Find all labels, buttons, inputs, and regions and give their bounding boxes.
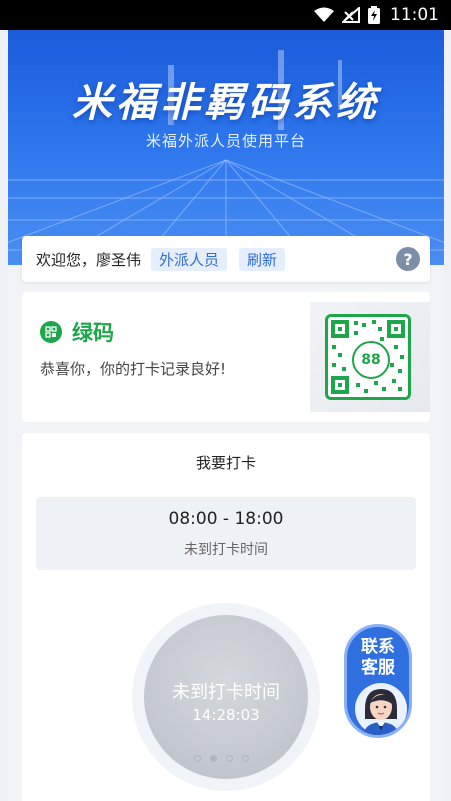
battery-icon: [368, 6, 380, 24]
contact-support-label: 联系 客服: [347, 637, 409, 679]
app-subtitle: 米福外派人员使用平台: [145, 132, 306, 150]
contact-label-line1: 联系: [361, 637, 395, 657]
punch-card: 我要打卡 08:00 - 18:00 未到打卡时间 未到打卡时间 14:28:0…: [22, 433, 430, 801]
page-dot-active[interactable]: [210, 755, 217, 762]
app-title: 米福非羁码系统: [72, 80, 380, 126]
punch-time-range: 08:00 - 18:00: [168, 509, 284, 529]
punch-button-ring: 未到打卡时间 14:28:03: [132, 603, 320, 791]
punch-time-box: 08:00 - 18:00 未到打卡时间: [36, 497, 416, 570]
no-signal-icon: [342, 7, 360, 23]
support-agent-avatar: [355, 683, 407, 735]
page-dot[interactable]: [194, 755, 201, 762]
banner: 米福非羁码系统 米福外派人员使用平台: [8, 30, 444, 265]
qr-panel[interactable]: 88: [310, 302, 430, 412]
code-status: 绿码: [72, 321, 114, 345]
qr-code[interactable]: 88: [325, 314, 411, 400]
page-dot[interactable]: [242, 755, 249, 762]
role-tag: 外派人员: [151, 247, 228, 271]
status-time: 11:01: [390, 5, 439, 25]
health-code-card: 绿码 恭喜你，你的打卡记录良好! 88: [22, 292, 430, 422]
punch-button-label: 未到打卡时间: [172, 682, 280, 703]
welcome-card: 欢迎您，廖圣伟 外派人员 刷新 ?: [22, 236, 430, 282]
page-dot[interactable]: [226, 755, 233, 762]
page-indicator: [194, 755, 249, 762]
qr-number: 88: [352, 341, 390, 379]
contact-label-line2: 客服: [361, 658, 395, 678]
punch-button-time: 14:28:03: [192, 706, 260, 724]
refresh-button[interactable]: 刷新: [239, 247, 286, 271]
greeting-text: 欢迎您，廖圣伟: [36, 250, 142, 269]
code-message: 恭喜你，你的打卡记录良好!: [40, 360, 227, 378]
help-icon[interactable]: ?: [396, 247, 420, 271]
qr-code-icon: [40, 321, 62, 343]
status-bar: 11:01: [0, 0, 451, 30]
app-screen: 米福非羁码系统 米福外派人员使用平台 欢迎您，廖圣伟 外派人员 刷新 ? 绿码 …: [8, 30, 444, 801]
punch-time-status: 未到打卡时间: [184, 542, 268, 558]
code-title-row: 绿码: [40, 317, 114, 347]
wifi-icon: [314, 7, 334, 23]
contact-support-button[interactable]: 联系 客服: [344, 624, 412, 738]
punch-title: 我要打卡: [195, 454, 256, 472]
